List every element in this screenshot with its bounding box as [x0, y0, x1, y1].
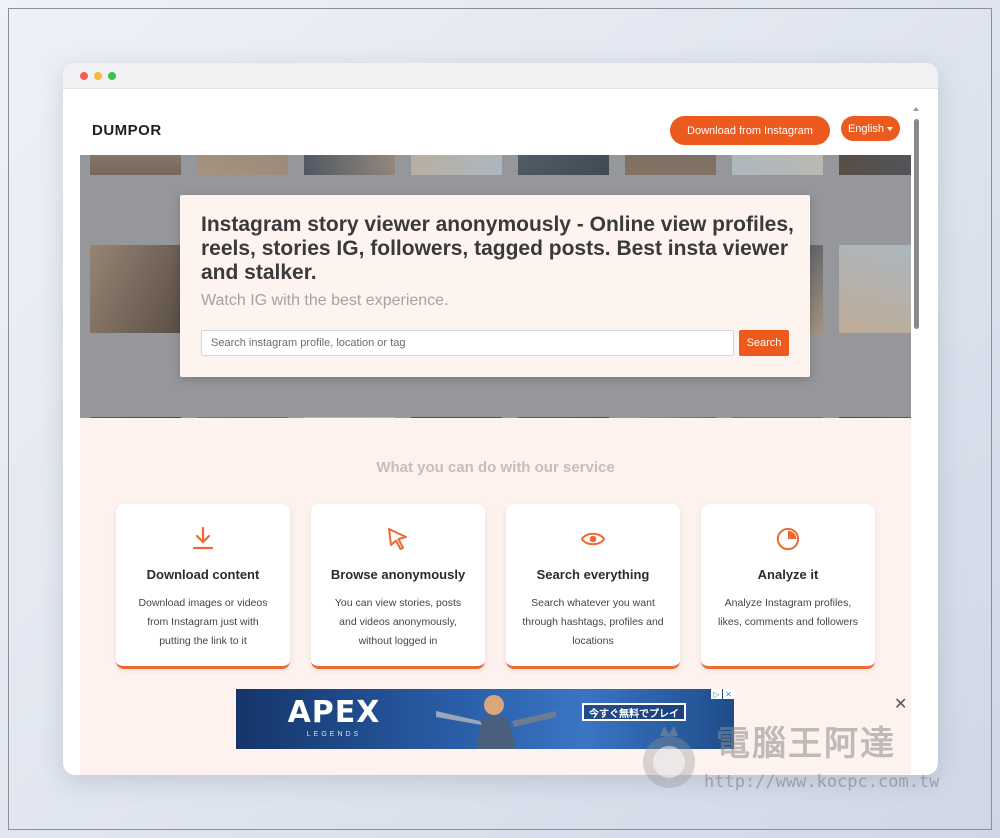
feature-title: Browse anonymously — [330, 567, 466, 582]
feature-desc: Search whatever you want through hashtag… — [522, 597, 664, 647]
feature-title: Search everything — [536, 567, 650, 582]
watermark-name: 電腦王阿達 — [716, 724, 896, 764]
watermark-url: http://www.kocpc.com.tw — [704, 772, 940, 792]
feature-card-browse: Browse anonymously You can view stories,… — [311, 504, 485, 669]
page-viewport: DUMPOR Download from Instagram English I… — [63, 89, 938, 775]
scrollbar-thumb[interactable] — [914, 119, 919, 329]
ad-brand: APEX — [287, 695, 381, 730]
feature-desc: Download images or videos from Instagram… — [138, 597, 268, 647]
caret-down-icon — [887, 126, 894, 131]
feature-card-download: Download content Download images or vide… — [116, 504, 290, 669]
hero-subtitle: Watch IG with the best experience. — [201, 292, 449, 309]
features-heading: What you can do with our service — [376, 459, 615, 476]
feature-title: Analyze it — [757, 567, 819, 582]
watermark-logo-icon — [643, 726, 695, 788]
minimize-window-dot[interactable] — [94, 72, 102, 80]
search-input[interactable]: Search instagram profile, location or ta… — [201, 330, 734, 356]
ad-info-icon[interactable]: ▷ — [711, 689, 722, 699]
hero-title: Instagram story viewer anonymously - Onl… — [201, 213, 794, 284]
navbar: DUMPOR Download from Instagram English — [63, 89, 911, 155]
ad-character-image — [436, 695, 556, 749]
hero-card: Instagram story viewer anonymously - Onl… — [180, 195, 810, 377]
browser-window: DUMPOR Download from Instagram English I… — [63, 63, 938, 775]
search-placeholder: Search instagram profile, location or ta… — [211, 337, 406, 349]
feature-card-analyze: Analyze it Analyze Instagram profiles, l… — [701, 504, 875, 669]
eye-icon — [581, 532, 605, 546]
language-dropdown[interactable]: English — [841, 116, 900, 141]
download-icon — [192, 526, 214, 550]
maximize-window-dot[interactable] — [108, 72, 116, 80]
feature-title: Download content — [146, 567, 260, 582]
window-titlebar — [63, 63, 938, 89]
scroll-up-arrow-icon[interactable] — [913, 107, 919, 111]
pie-chart-icon — [776, 527, 800, 551]
ad-subbrand: LEGENDS — [306, 731, 362, 738]
language-label: English — [847, 122, 885, 135]
feature-desc: Analyze Instagram profiles, likes, comme… — [717, 597, 859, 628]
close-window-dot[interactable] — [80, 72, 88, 80]
ad-close-icon[interactable]: ✕ — [894, 694, 907, 714]
feature-desc: You can view stories, posts and videos a… — [334, 597, 462, 647]
feature-card-search: Search everything Search whatever you wa… — [506, 504, 680, 669]
brand-logo[interactable]: DUMPOR — [92, 122, 162, 139]
cursor-icon — [388, 528, 407, 550]
download-from-instagram-button[interactable]: Download from Instagram — [670, 116, 830, 145]
ad-close-small-icon[interactable]: ✕ — [723, 689, 734, 699]
search-button[interactable]: Search — [739, 330, 789, 356]
